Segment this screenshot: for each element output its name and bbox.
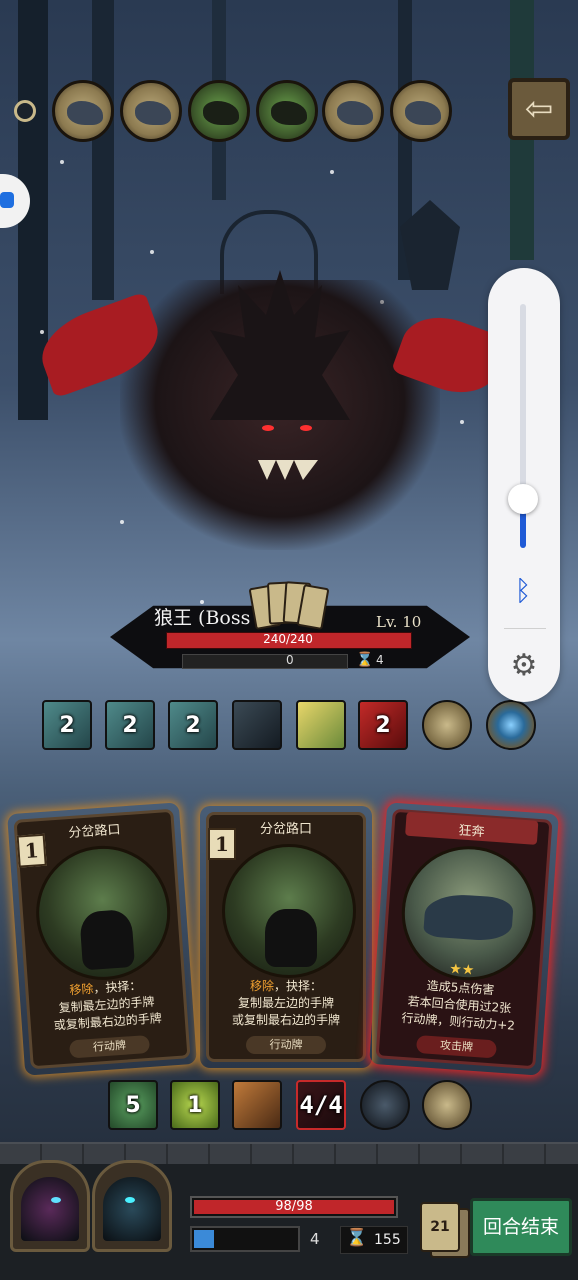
boss-eye (262, 425, 274, 431)
time-value: 155 (374, 1232, 401, 1248)
card-type: 行动牌 (246, 1036, 326, 1054)
assistant-icon (0, 192, 14, 208)
boss-name: 狼王 (Boss (154, 607, 251, 629)
tree-trunk (92, 0, 114, 300)
boss-level: Lv. 10 (376, 613, 422, 631)
boss-intent-blood-icon[interactable]: 2 (358, 700, 408, 750)
boss-shield-bar (182, 654, 348, 669)
status-lime-orb-icon[interactable]: 1 (170, 1080, 220, 1130)
status-value: 4/4 (299, 1091, 343, 1119)
snowflake (330, 170, 334, 174)
hand-card-fork[interactable]: 分岔路口 1 移除，抉择： 复制最左边的手牌 或复制最右边的手牌 行动牌 (200, 806, 372, 1068)
intent-value: 2 (375, 712, 391, 738)
enemy-queue-werewolf-icon[interactable] (188, 80, 250, 142)
hand-card-stampede[interactable]: 狂奔 ★★ 造成5点伤害 若本回合使用过2张 行动牌，则行动力+2 攻击牌 (369, 802, 559, 1075)
player-hp-text: 98/98 (275, 1199, 313, 1214)
end-turn-button[interactable]: 回合结束 (470, 1198, 572, 1256)
volume-slider-knob[interactable] (508, 484, 538, 515)
enemy-queue-wolf-icon[interactable] (390, 80, 452, 142)
gear-icon[interactable]: ⚙ (504, 646, 544, 686)
status-value: 1 (187, 1092, 203, 1118)
card-art (222, 844, 356, 978)
intent-value: 2 (122, 712, 138, 738)
status-green-orb-icon[interactable]: 5 (108, 1080, 158, 1130)
status-beast-icon[interactable] (232, 1080, 282, 1130)
player-energy-value: 4 (310, 1230, 320, 1248)
boss-intent-hooded-figure-icon[interactable] (232, 700, 282, 750)
card-cost: 1 (16, 833, 47, 868)
boss-hourglass-value: 4 (376, 653, 384, 667)
boss-hp-text: 240/240 (263, 632, 313, 646)
enemy-queue-wolf-icon[interactable] (120, 80, 182, 142)
snowflake (150, 250, 154, 254)
intent-value: 2 (185, 712, 201, 738)
status-wolf-head-icon[interactable] (360, 1080, 410, 1130)
boss-intent-plant-pot-icon[interactable] (422, 700, 472, 750)
enemy-queue-wolf-icon[interactable] (322, 80, 384, 142)
enemy-queue-wolf-icon[interactable] (52, 80, 114, 142)
player-energy-bar (190, 1226, 300, 1252)
boss-eye (300, 425, 312, 431)
boss-intent-claw-icon[interactable]: 2 (42, 700, 92, 750)
enemy-queue-werewolf-icon[interactable] (256, 80, 318, 142)
hourglass-icon: ⌛ (346, 1228, 368, 1248)
player-portrait[interactable] (92, 1160, 172, 1252)
snowflake (40, 330, 44, 334)
ally-portrait[interactable] (10, 1160, 90, 1252)
queue-indicator (14, 100, 36, 122)
card-cost: 1 (208, 828, 236, 860)
stone-rail (0, 1142, 578, 1166)
boss-shield-value: 0 (286, 653, 294, 667)
card-description: 造成5点伤害 若本回合使用过2张 行动牌，则行动力+2 (401, 978, 516, 1033)
hourglass-icon: ⌛ (356, 652, 374, 668)
status-counter-icon[interactable]: 4/4 (296, 1080, 346, 1130)
card-description: 移除，抉择： 复制最左边的手牌 或复制最右边的手牌 (231, 979, 340, 1027)
boss-intent-book-icon[interactable] (296, 700, 346, 750)
snowflake (460, 420, 464, 424)
card-description: 移除，抉择： 复制最左边的手牌 或复制最右边的手牌 (53, 978, 163, 1033)
bluetooth-icon[interactable]: ᛒ (508, 574, 538, 610)
intent-value: 2 (59, 712, 75, 738)
arrow-left-icon: ⇦ (524, 89, 554, 129)
snowflake (60, 160, 64, 164)
back-button[interactable]: ⇦ (508, 78, 570, 140)
status-value: 5 (125, 1092, 141, 1118)
boss-intent-claw-icon[interactable]: 2 (168, 700, 218, 750)
hand-card-fork[interactable]: 分岔路口 1 移除，抉择： 复制最左边的手牌 或复制最右边的手牌 行动牌 (7, 802, 197, 1075)
boss-intent-claw-icon[interactable]: 2 (105, 700, 155, 750)
divider (504, 628, 546, 629)
boss-intent-crystal-icon[interactable] (486, 700, 536, 750)
draw-pile[interactable]: 21 (420, 1202, 460, 1252)
status-shadow-icon[interactable] (422, 1080, 472, 1130)
